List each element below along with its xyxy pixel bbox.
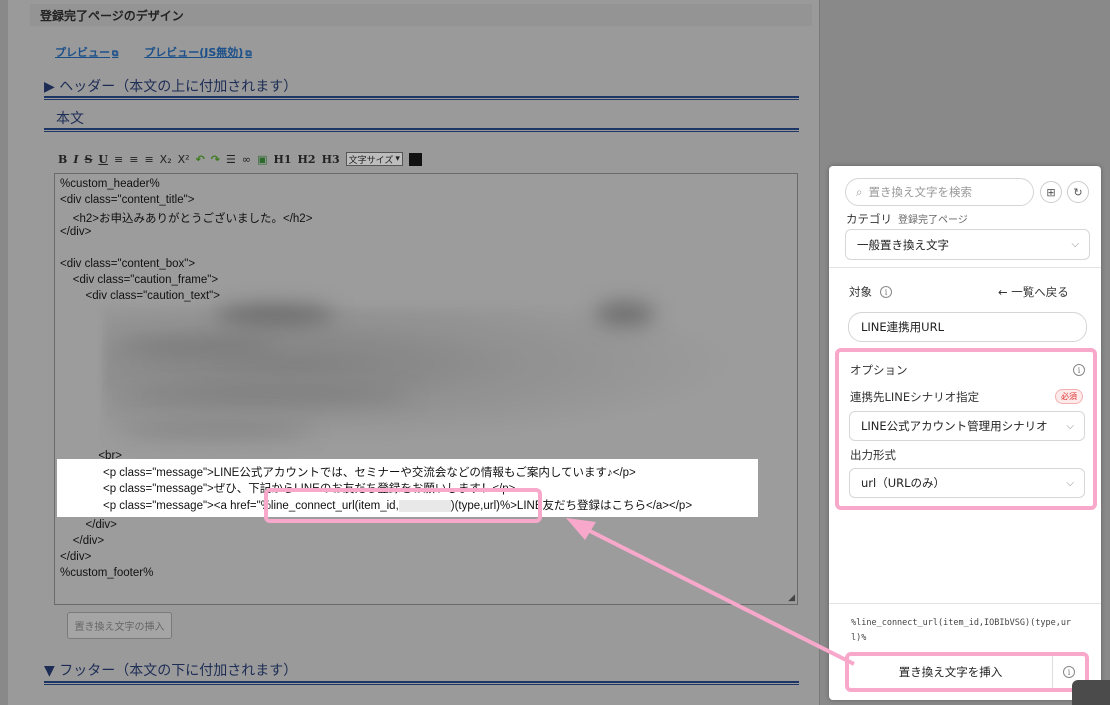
divider [829, 603, 1101, 604]
preview-link[interactable]: プレビュー ⧉ [55, 46, 118, 59]
undo-icon[interactable]: ↶ [196, 153, 205, 166]
code-line: </div> [60, 226, 92, 238]
header-section-toggle[interactable]: ▶ ヘッダー（本文の上に付加されます） [44, 76, 799, 96]
info-icon[interactable]: i [1063, 666, 1075, 678]
corner-overlay [1072, 680, 1110, 705]
back-to-list-link[interactable]: ← 一覧へ戻る [998, 284, 1069, 300]
link-icon[interactable]: ∞ [242, 153, 251, 166]
code-editor[interactable]: %custom_header% <div class="content_titl… [54, 173, 798, 605]
code-line: <div class="caution_text"> [60, 290, 220, 302]
output-format-select[interactable]: url（URLのみ） ⌵ [849, 468, 1085, 498]
code-line: <p class="message">LINE公式アカウントでは、セミナーや交流… [103, 467, 636, 479]
insert-replacement-button-disabled[interactable]: 置き換え文字の挿入 [67, 612, 172, 639]
code-line: </div> [60, 519, 117, 531]
text-color-icon[interactable] [408, 152, 422, 166]
redo-icon[interactable]: ↷ [211, 153, 220, 166]
code-highlight-frame [264, 488, 542, 523]
chevron-down-icon: ⌵ [1066, 477, 1074, 489]
blurred-content [595, 302, 655, 326]
image-icon[interactable]: ▣ [257, 153, 267, 166]
align-left-icon[interactable]: ≡ [114, 153, 123, 166]
horizontal-rule-icon[interactable]: ☰ [226, 153, 236, 166]
refresh-icon[interactable]: ↻ [1067, 181, 1089, 203]
scenario-select[interactable]: LINE公式アカウント管理用シナリオ ⌵ [849, 411, 1085, 441]
info-icon[interactable]: i [880, 286, 892, 298]
bold-icon[interactable]: B [58, 153, 67, 166]
editor-page: 登録完了ページのデザイン プレビュー ⧉ プレビュー(JS無効) ⧉ ▶ ヘッダー（… [8, 0, 820, 705]
strikethrough-icon[interactable]: S [84, 153, 92, 166]
code-line: %custom_footer% [60, 567, 154, 579]
divider [44, 96, 799, 100]
body-section-title: 本文 [56, 111, 84, 127]
heading2-icon[interactable]: H2 [298, 153, 316, 166]
footer-section-toggle[interactable]: ▼ フッター（本文の下に付加されます） [44, 660, 799, 680]
output-format-label: 出力形式 [850, 448, 896, 462]
code-line: <h2>お申込みありがとうございました。</h2> [60, 213, 313, 225]
search-icon: ⌕ [856, 184, 863, 199]
replacement-preview-code: %line_connect_url(item_id,IOBIbVSG)(type… [851, 618, 1072, 643]
chevron-down-icon: ▾ [395, 154, 400, 164]
resize-handle-icon[interactable]: ◢ [788, 592, 795, 603]
external-link-icon: ⧉ [245, 49, 252, 59]
chevron-down-icon: ⌵ [1071, 239, 1079, 250]
code-line: <div class="content_box"> [60, 258, 196, 270]
blurred-content [115, 339, 275, 353]
divider [829, 267, 1101, 268]
code-line: <div class="content_title"> [60, 194, 195, 206]
target-field[interactable]: LINE連携用URL [848, 312, 1087, 342]
options-frame: オプション i 連携先LINEシナリオ指定 必須 LINE公式アカウント管理用シ… [835, 348, 1097, 510]
divider [44, 681, 799, 685]
superscript-icon[interactable]: X² [178, 153, 190, 166]
options-title: オプション [850, 363, 908, 377]
divider [44, 128, 799, 132]
code-line: </div> [60, 535, 105, 547]
blurred-content [215, 304, 335, 326]
category-label: カテゴリ 登録完了ページ [846, 212, 968, 226]
scenario-label: 連携先LINEシナリオ指定 [850, 390, 980, 404]
italic-icon[interactable]: I [73, 153, 78, 166]
code-line: %custom_header% [60, 178, 160, 190]
target-label: 対象 i [849, 284, 892, 300]
code-line: </div> [60, 551, 92, 563]
insert-replacement-button[interactable]: 置き換え文字を挿入 [849, 656, 1053, 688]
external-link-icon: ⧉ [112, 49, 119, 59]
align-right-icon[interactable]: ≡ [144, 153, 153, 166]
blurred-content [115, 389, 415, 405]
page-title: 登録完了ページのデザイン [30, 4, 812, 26]
required-badge: 必須 [1055, 389, 1083, 404]
font-size-select[interactable]: 文字サイズ ▾ [345, 152, 403, 166]
editor-toolbar: B I S U ≡ ≡ ≡ X₂ X² ↶ ↷ ☰ ∞ ▣ H1 H2 H3 文… [58, 152, 422, 166]
info-icon[interactable]: i [1073, 364, 1085, 376]
preview-links: プレビュー ⧉ プレビュー(JS無効) ⧉ [55, 44, 274, 60]
subscript-icon[interactable]: X₂ [160, 153, 172, 166]
blurred-content [115, 424, 315, 438]
insert-replacement-frame: 置き換え文字を挿入 i [845, 652, 1089, 692]
search-input[interactable]: ⌕ 置き換え文字を検索 [845, 178, 1034, 206]
underline-icon[interactable]: U [98, 153, 108, 166]
book-icon[interactable]: ⊞ [1040, 181, 1062, 203]
preview-js-disabled-link[interactable]: プレビュー(JS無効) ⧉ [144, 46, 252, 59]
chevron-down-icon: ⌵ [1066, 420, 1074, 432]
align-center-icon[interactable]: ≡ [129, 153, 138, 166]
category-select[interactable]: 一般置き換え文字 ⌵ [845, 229, 1090, 260]
code-line: <div class="caution_frame"> [60, 274, 219, 286]
heading3-icon[interactable]: H3 [322, 153, 340, 166]
replacement-panel: ⌕ 置き換え文字を検索 ⊞ ↻ カテゴリ 登録完了ページ 一般置き換え文字 ⌵ 対象… [829, 166, 1101, 700]
heading1-icon[interactable]: H1 [273, 153, 291, 166]
